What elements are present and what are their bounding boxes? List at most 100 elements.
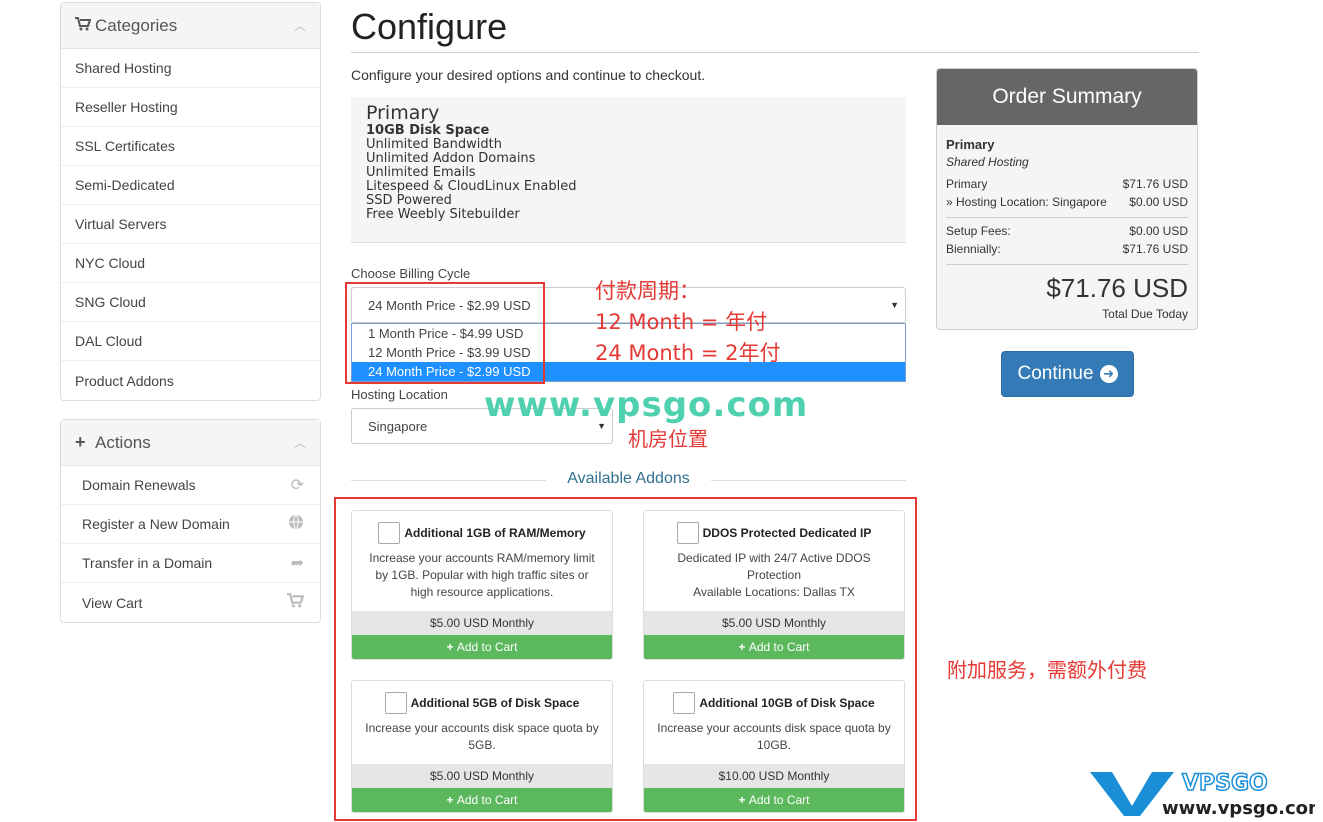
product-feature: Free Weebly Sitebuilder xyxy=(366,207,520,222)
add-to-cart-label: Add to Cart xyxy=(456,793,518,807)
addon-header[interactable]: Additional 1GB of RAM/Memory xyxy=(352,522,612,544)
summary-product-name: Primary xyxy=(946,137,995,152)
billing-annotation: 付款周期： 12 Month = 年付 24 Month = 2年付 xyxy=(595,276,781,369)
addon-price: $10.00 USD Monthly xyxy=(644,764,904,789)
addon-header[interactable]: Additional 5GB of Disk Space xyxy=(352,692,612,714)
hosting-location-value: Singapore xyxy=(368,418,428,434)
actions-header[interactable]: + Actions ︿ xyxy=(61,420,320,466)
summary-row: » Hosting Location: Singapore $0.00 USD xyxy=(946,195,1188,209)
sidebar-item-dal-cloud[interactable]: DAL Cloud xyxy=(61,322,320,361)
continue-label: Continue xyxy=(1017,363,1094,384)
addon-card: DDOS Protected Dedicated IP Dedicated IP … xyxy=(643,510,905,660)
product-feature: Unlimited Addon Domains xyxy=(366,151,536,166)
order-summary-title: Order Summary xyxy=(937,69,1197,125)
addon-header[interactable]: DDOS Protected Dedicated IP xyxy=(644,522,904,544)
chevron-up-icon[interactable]: ︿ xyxy=(294,434,306,451)
hosting-location-label: Hosting Location xyxy=(351,387,448,402)
addon-price: $5.00 USD Monthly xyxy=(644,611,904,636)
product-name: Primary xyxy=(366,102,440,124)
billing-highlight-box xyxy=(345,282,545,384)
product-feature: SSD Powered xyxy=(366,193,452,208)
plus-icon: + xyxy=(738,640,749,654)
arrow-circle-right-icon: ➜ xyxy=(1099,365,1118,383)
addon-checkbox[interactable] xyxy=(378,522,401,544)
sidebar-item-ssl-certificates[interactable]: SSL Certificates xyxy=(61,127,320,166)
summary-product-group: Shared Hosting xyxy=(946,155,1029,169)
sidebar-item-domain-renewals[interactable]: Domain Renewals ⟳ xyxy=(61,466,320,505)
page-title: Configure xyxy=(351,6,508,47)
addon-description: Dedicated IP with 24/7 Active DDOS Prote… xyxy=(677,551,871,599)
sidebar-item-view-cart[interactable]: View Cart xyxy=(61,583,320,622)
location-annotation: 机房位置 xyxy=(628,427,708,451)
summary-row-label: Setup Fees: xyxy=(946,224,1011,238)
addon-price: $5.00 USD Monthly xyxy=(352,764,612,789)
addon-checkbox[interactable] xyxy=(384,692,407,714)
continue-button[interactable]: Continue ➜ xyxy=(1001,351,1134,397)
summary-line-items: Primary $71.76 USD » Hosting Location: Sin… xyxy=(946,177,1188,209)
plus-icon: + xyxy=(75,432,86,452)
summary-row-label: Primary xyxy=(946,177,988,191)
addon-header[interactable]: Additional 10GB of Disk Space xyxy=(644,692,904,714)
vpsgo-logo: VPSGO www.vpsgo.com xyxy=(1090,770,1315,818)
summary-row-label: » Hosting Location: Singapore xyxy=(946,195,1107,209)
add-to-cart-button[interactable]: + Add to Cart xyxy=(644,635,904,659)
addon-title: DDOS Protected Dedicated IP xyxy=(702,526,872,540)
product-features: 10GB Disk Space Unlimited Bandwidth Unlimi… xyxy=(366,124,891,222)
sidebar-item-product-addons[interactable]: Product Addons xyxy=(61,361,320,400)
summary-fees: Setup Fees: $0.00 USD Biennially: $71.76 US… xyxy=(946,224,1188,256)
summary-row-value: $71.76 USD xyxy=(1122,242,1188,256)
add-to-cart-button[interactable]: + Add to Cart xyxy=(644,788,904,812)
actions-panel: + Actions ︿ Domain Renewals ⟳ Register a… xyxy=(60,419,321,623)
billing-cycle-label: Choose Billing Cycle xyxy=(351,266,471,281)
addon-price: $5.00 USD Monthly xyxy=(352,611,612,636)
plus-icon: + xyxy=(446,793,457,807)
annotation-line: 24 Month = 2年付 xyxy=(595,341,781,365)
add-to-cart-button[interactable]: + Add to Cart xyxy=(352,788,612,812)
addons-heading: Available Addons xyxy=(351,470,906,490)
sidebar-item-semi-dedicated[interactable]: Semi-Dedicated xyxy=(61,166,320,205)
addon-card: Additional 5GB of Disk Space Increase you… xyxy=(351,680,613,813)
categories-panel: Categories ︿ Shared Hosting Reseller Host… xyxy=(60,2,321,401)
sidebar-item-nyc-cloud[interactable]: NYC Cloud xyxy=(61,244,320,283)
plus-icon: + xyxy=(446,640,457,654)
sidebar-item-sng-cloud[interactable]: SNG Cloud xyxy=(61,283,320,322)
addon-checkbox[interactable] xyxy=(676,522,699,544)
addon-checkbox[interactable] xyxy=(673,692,696,714)
addon-card: Additional 1GB of RAM/Memory Increase you… xyxy=(351,510,613,660)
page-subtitle: Configure your desired options and conti… xyxy=(351,67,706,83)
categories-title: Categories xyxy=(95,15,178,35)
watermark-text: www.vpsgo.com xyxy=(484,385,809,425)
add-to-cart-label: Add to Cart xyxy=(748,793,810,807)
annotation-line: 付款周期： xyxy=(595,279,700,303)
logo-wordmark: VPSGO xyxy=(1182,771,1268,796)
summary-row: Setup Fees: $0.00 USD xyxy=(946,224,1188,238)
product-feature: Litespeed & CloudLinux Enabled xyxy=(366,179,577,194)
product-feature: Unlimited Emails xyxy=(366,165,476,180)
logo-url: www.vpsgo.com xyxy=(1162,798,1315,818)
addon-description: Increase your accounts disk space quota … xyxy=(657,721,891,752)
summary-total: $71.76 USD xyxy=(1046,273,1188,303)
addon-description: Increase your accounts disk space quota … xyxy=(365,721,599,752)
sidebar-item-label: View Cart xyxy=(82,594,143,611)
annotation-line: 12 Month = 年付 xyxy=(595,310,768,334)
sidebar-item-shared-hosting[interactable]: Shared Hosting xyxy=(61,49,320,88)
product-feature: Unlimited Bandwidth xyxy=(366,137,502,152)
sidebar-item-virtual-servers[interactable]: Virtual Servers xyxy=(61,205,320,244)
globe-icon xyxy=(288,514,304,535)
add-to-cart-button[interactable]: + Add to Cart xyxy=(352,635,612,659)
sidebar-item-label: Domain Renewals xyxy=(82,477,196,493)
product-info-box: Primary 10GB Disk Space Unlimited Bandwid… xyxy=(351,97,906,243)
actions-title: Actions xyxy=(95,432,151,452)
summary-row-label: Biennially: xyxy=(946,242,1001,256)
summary-row: Primary $71.76 USD xyxy=(946,177,1188,191)
sidebar-item-transfer-domain[interactable]: Transfer in a Domain ➦ xyxy=(61,544,320,583)
sidebar-item-register-domain[interactable]: Register a New Domain xyxy=(61,505,320,544)
plus-icon: + xyxy=(738,793,749,807)
divider xyxy=(946,264,1188,265)
dropdown-arrow-icon: ▼ xyxy=(890,300,899,310)
add-to-cart-label: Add to Cart xyxy=(748,640,810,654)
sidebar-item-reseller-hosting[interactable]: Reseller Hosting xyxy=(61,88,320,127)
categories-header[interactable]: Categories ︿ xyxy=(61,3,320,49)
chevron-up-icon[interactable]: ︿ xyxy=(294,17,306,34)
addon-description: Increase your accounts RAM/memory limit … xyxy=(369,551,595,599)
